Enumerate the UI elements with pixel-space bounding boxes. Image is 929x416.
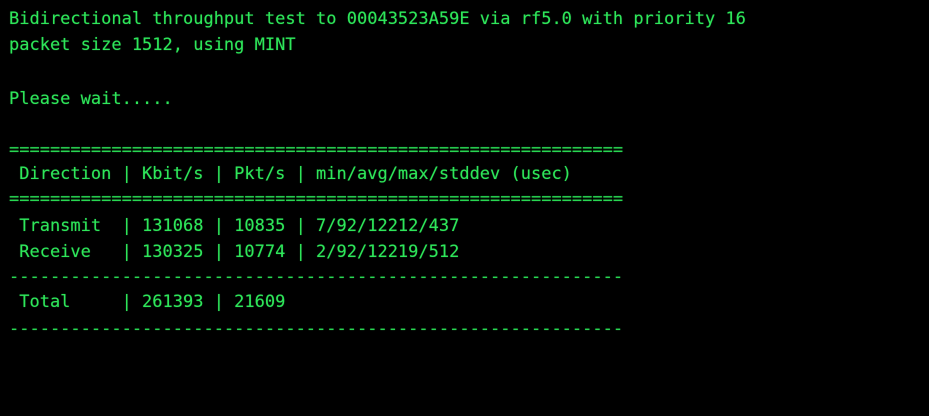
status-line: Please wait.....: [9, 89, 173, 109]
table-separator-bottom: ----------------------------------------…: [9, 319, 624, 339]
table-header-row: Direction | Kbit/s | Pkt/s | min/avg/max…: [9, 164, 572, 184]
table-separator-top: ========================================…: [9, 140, 624, 160]
table-row-receive: Receive | 130325 | 10774 | 2/92/12219/51…: [9, 242, 460, 262]
table-row-total: Total | 261393 | 21609: [9, 292, 286, 312]
table-row-transmit: Transmit | 131068 | 10835 | 7/92/12212/4…: [9, 216, 460, 236]
table-separator-header: ========================================…: [9, 189, 624, 209]
header-line-1: Bidirectional throughput test to 0004352…: [9, 9, 746, 29]
table-separator-total: ----------------------------------------…: [9, 267, 624, 287]
terminal-window: Bidirectional throughput test to 0004352…: [0, 0, 929, 339]
header-line-2: packet size 1512, using MINT: [9, 35, 296, 55]
